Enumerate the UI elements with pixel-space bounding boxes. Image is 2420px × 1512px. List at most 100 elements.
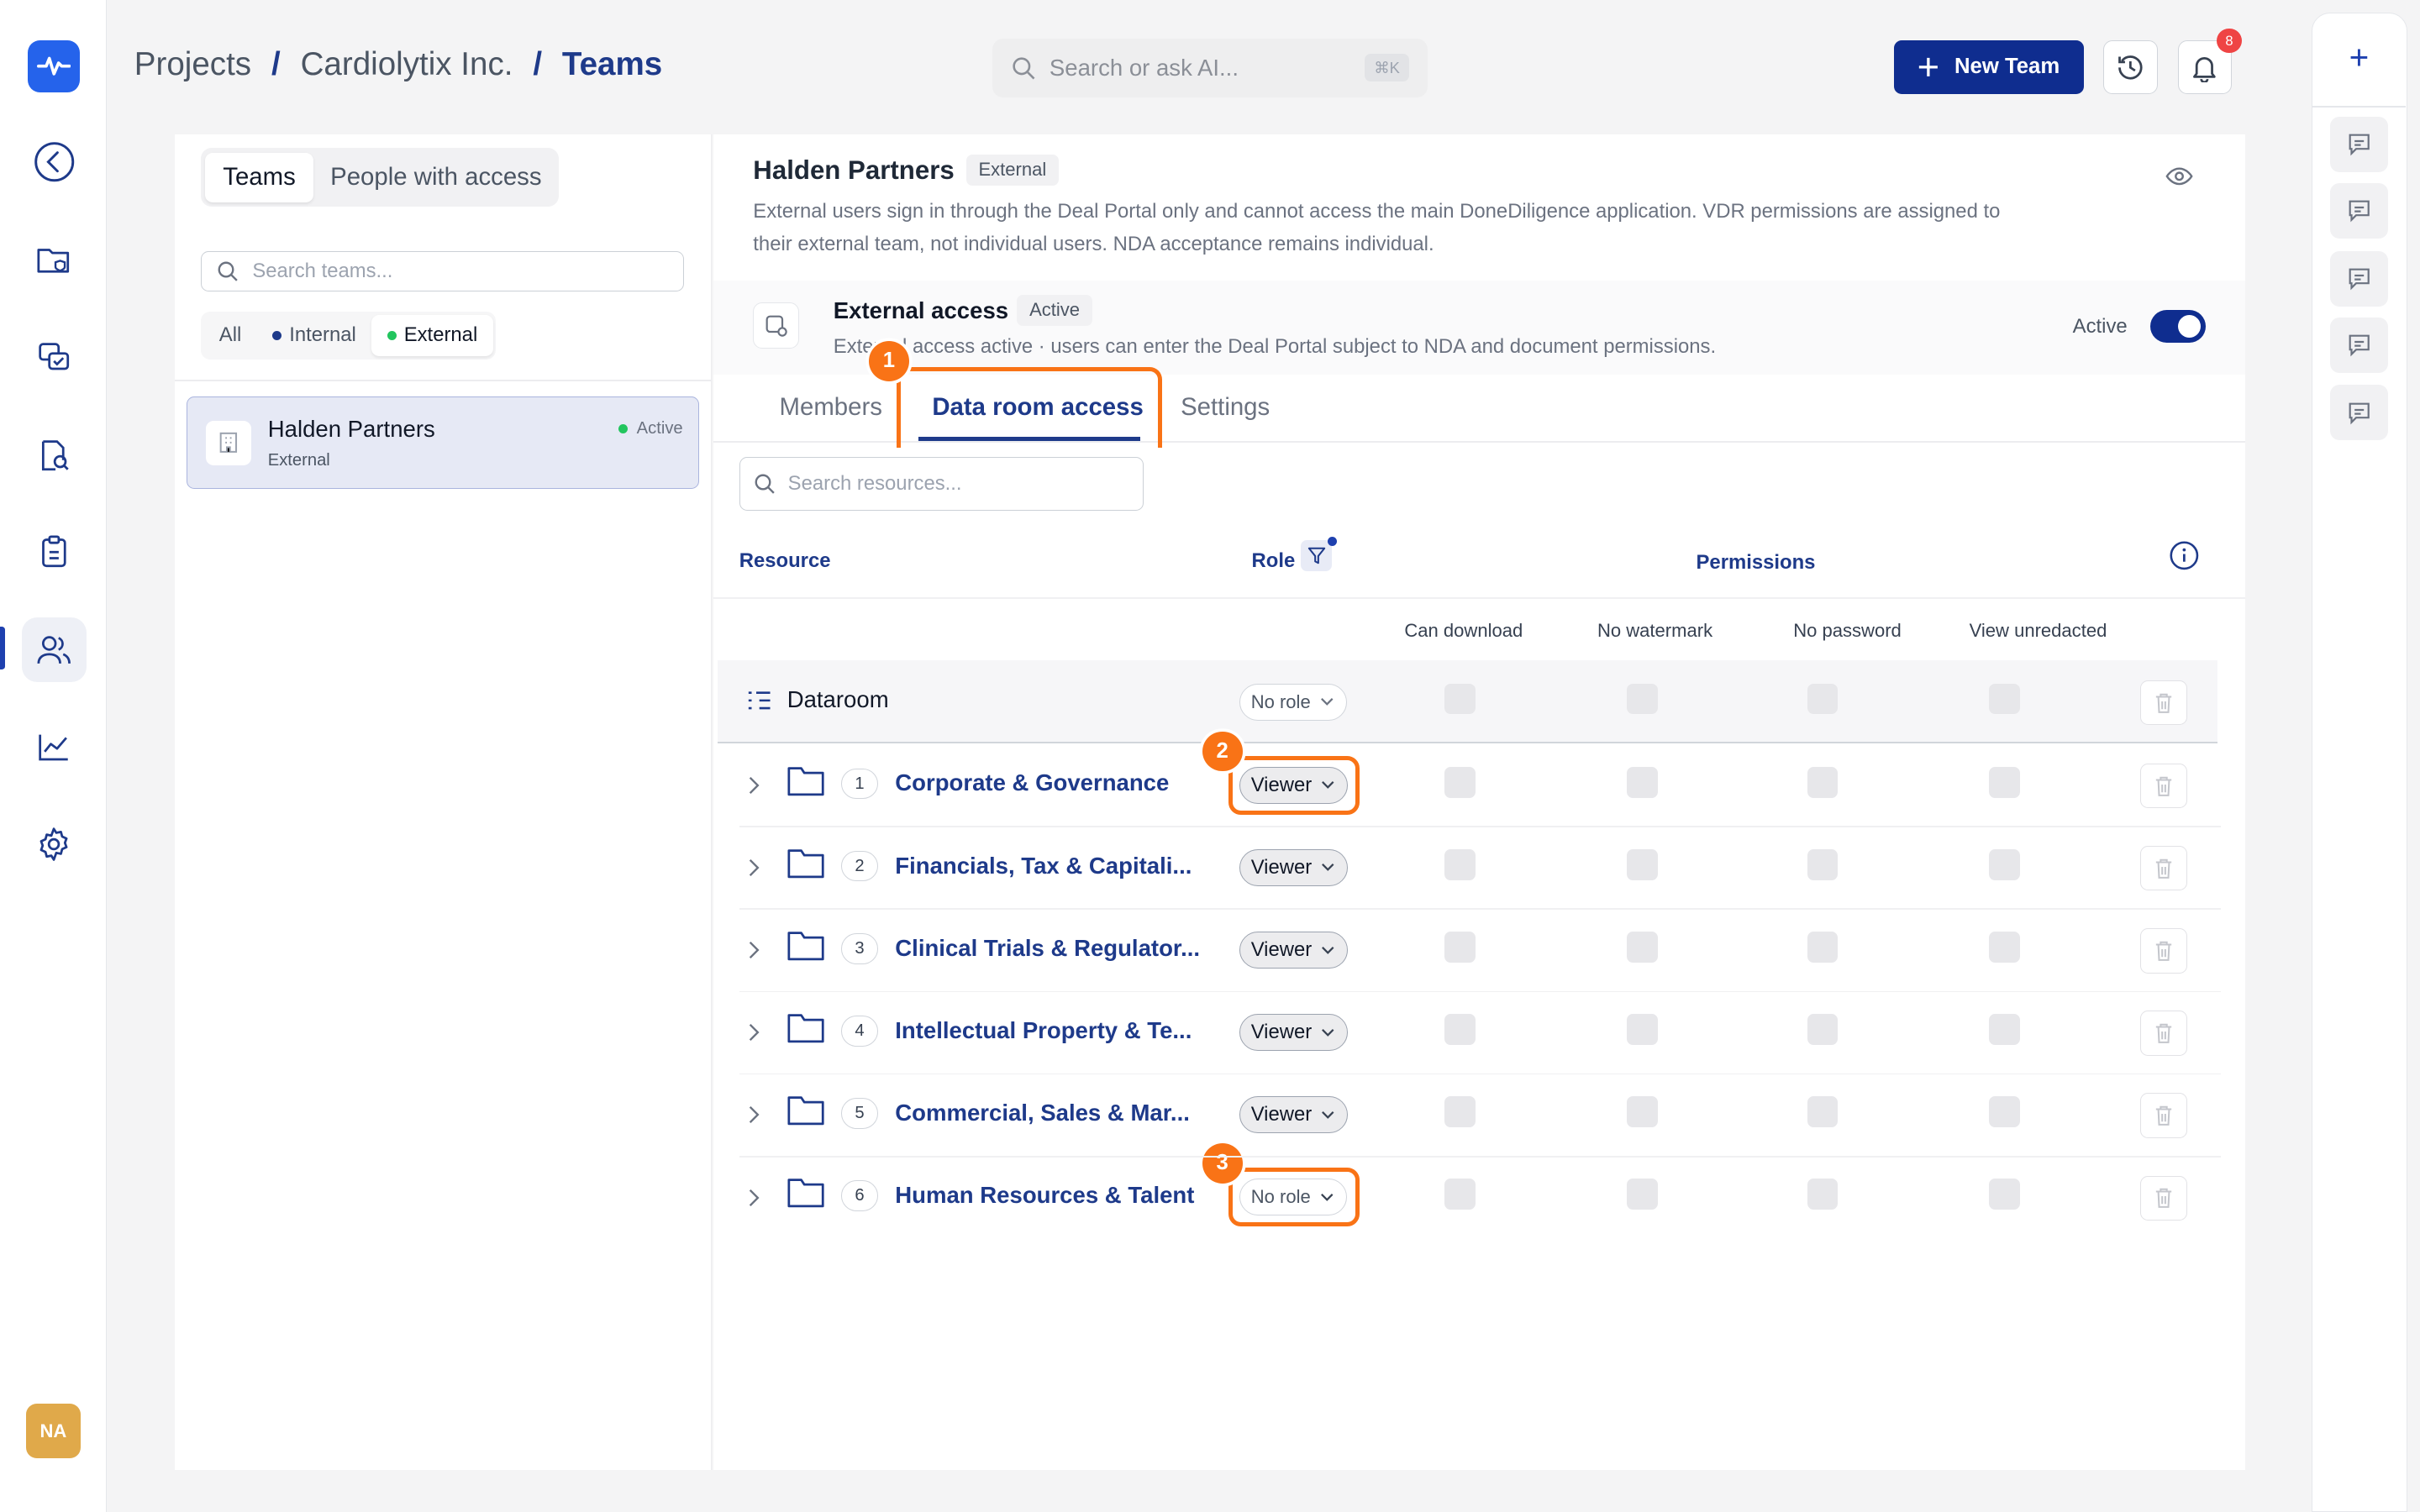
checkbox-no-watermark[interactable] [1626,848,1658,880]
folder-row[interactable]: 1 Corporate & Governance Viewer [713,743,2246,825]
comment-button[interactable] [2329,116,2389,172]
nav-dataroom[interactable] [22,228,87,293]
nav-settings[interactable] [22,811,87,876]
filter-all[interactable]: All [203,315,256,357]
resource-search-input[interactable]: Search resources... [739,456,1144,511]
column-role[interactable]: Role [1252,549,1296,573]
role-filter-button[interactable] [1301,539,1333,571]
column-resource[interactable]: Resource [739,549,831,573]
checkbox-no-watermark[interactable] [1626,766,1658,798]
checkbox-no-password[interactable] [1807,1096,1839,1127]
checkbox-no-password[interactable] [1807,766,1839,798]
tab-settings[interactable]: Settings [1181,393,1270,422]
delete-button[interactable] [2140,846,2187,891]
breadcrumb-projects[interactable]: Projects [134,46,251,83]
comment-button[interactable] [2329,317,2389,373]
comment-button[interactable] [2329,385,2389,441]
checkbox-view-unredacted[interactable] [1989,1014,2021,1045]
callout-marker: 1 [869,340,909,381]
nav-checklist[interactable] [22,520,87,585]
checkbox-no-password[interactable] [1807,1179,1839,1210]
folder-name[interactable]: Corporate & Governance [895,769,1169,796]
folder-row[interactable]: 6 Human Resources & Talent No role [713,1156,2246,1237]
checkbox-view-unredacted[interactable] [1989,1096,2021,1127]
checkbox-can-download[interactable] [1444,683,1476,715]
checkbox-no-password[interactable] [1807,1014,1839,1045]
nav-analytics[interactable] [22,714,87,779]
filter-internal[interactable]: Internal [257,315,372,357]
delete-button[interactable] [2140,928,2187,974]
role-dropdown[interactable]: Viewer [1239,931,1349,969]
checkbox-view-unredacted[interactable] [1989,683,2021,715]
tab-people-with-access[interactable]: People with access [318,153,554,202]
chevron-right-icon[interactable] [747,937,760,966]
tab-members[interactable]: Members [780,393,882,422]
delete-button[interactable] [2140,680,2187,726]
folder-row[interactable]: 2 Financials, Tax & Capitali... Viewer [713,826,2246,907]
global-search-input[interactable]: Search or ask AI... ⌘K [992,38,1428,97]
role-dropdown[interactable]: Viewer [1239,1014,1349,1052]
notifications-button[interactable]: 8 [2177,29,2242,95]
role-dropdown[interactable]: No role [1239,1179,1347,1216]
checkbox-no-password[interactable] [1807,931,1839,963]
checkbox-view-unredacted[interactable] [1989,931,2021,963]
breadcrumb-company[interactable]: Cardiolytix Inc. [301,46,513,83]
new-team-button[interactable]: New Team [1893,39,2084,95]
checkbox-view-unredacted[interactable] [1989,1179,2021,1210]
delete-button[interactable] [2140,1175,2187,1221]
add-comment-button[interactable]: + [2312,38,2405,77]
checkbox-can-download[interactable] [1444,931,1476,963]
folder-row[interactable]: 5 Commercial, Sales & Mar... Viewer [713,1074,2246,1155]
chevron-right-icon[interactable] [747,855,760,884]
nav-qa[interactable] [22,326,87,391]
checkbox-can-download[interactable] [1444,848,1476,880]
checkbox-view-unredacted[interactable] [1989,766,2021,798]
chevron-down-icon [1322,781,1334,790]
eye-icon[interactable] [2165,165,2193,194]
folder-name[interactable]: Financials, Tax & Capitali... [895,853,1192,879]
back-button[interactable] [22,129,87,194]
delete-button[interactable] [2140,1093,2187,1138]
chevron-right-icon[interactable] [747,1020,760,1048]
folder-row[interactable]: 4 Intellectual Property & Te... Viewer [713,991,2246,1073]
checkbox-can-download[interactable] [1444,1014,1476,1045]
checkbox-can-download[interactable] [1444,1179,1476,1210]
checkbox-no-watermark[interactable] [1626,1014,1658,1045]
checkbox-no-watermark[interactable] [1626,931,1658,963]
folder-name[interactable]: Commercial, Sales & Mar... [895,1100,1190,1126]
user-avatar[interactable]: NA [26,1404,81,1458]
checkbox-no-password[interactable] [1807,848,1839,880]
comment-button[interactable] [2329,250,2389,307]
app-logo[interactable] [28,39,81,93]
folder-name[interactable]: Clinical Trials & Regulator... [895,935,1200,962]
checkbox-view-unredacted[interactable] [1989,848,2021,880]
tab-teams[interactable]: Teams [205,152,313,202]
checkbox-can-download[interactable] [1444,766,1476,798]
folder-name[interactable]: Intellectual Property & Te... [895,1017,1192,1044]
delete-button[interactable] [2140,1011,2187,1056]
checkbox-no-password[interactable] [1807,683,1839,715]
nav-review[interactable] [22,423,87,487]
checkbox-can-download[interactable] [1444,1096,1476,1127]
chevron-right-icon[interactable] [747,773,760,801]
checkbox-no-watermark[interactable] [1626,1179,1658,1210]
team-search-input[interactable]: Search teams... [200,251,684,292]
nav-teams[interactable] [21,617,87,682]
role-dropdown[interactable]: Viewer [1239,848,1349,886]
info-icon[interactable] [2169,540,2200,578]
folder-name[interactable]: Human Resources & Talent [895,1182,1194,1209]
external-access-toggle[interactable] [2149,310,2206,343]
checkbox-no-watermark[interactable] [1626,1096,1658,1127]
team-list-item[interactable]: Halden Partners External Active [187,396,700,490]
folder-row[interactable]: 3 Clinical Trials & Regulator... Viewer [713,908,2246,990]
chevron-right-icon[interactable] [747,1102,760,1131]
history-button[interactable] [2103,39,2158,95]
comment-button[interactable] [2329,182,2389,239]
role-dropdown[interactable]: Viewer [1239,766,1349,804]
filter-external[interactable]: External [371,314,493,357]
delete-button[interactable] [2140,764,2187,809]
chevron-right-icon[interactable] [747,1185,760,1214]
checkbox-no-watermark[interactable] [1626,683,1658,715]
role-dropdown[interactable]: No role [1239,683,1347,721]
role-dropdown[interactable]: Viewer [1239,1096,1349,1134]
